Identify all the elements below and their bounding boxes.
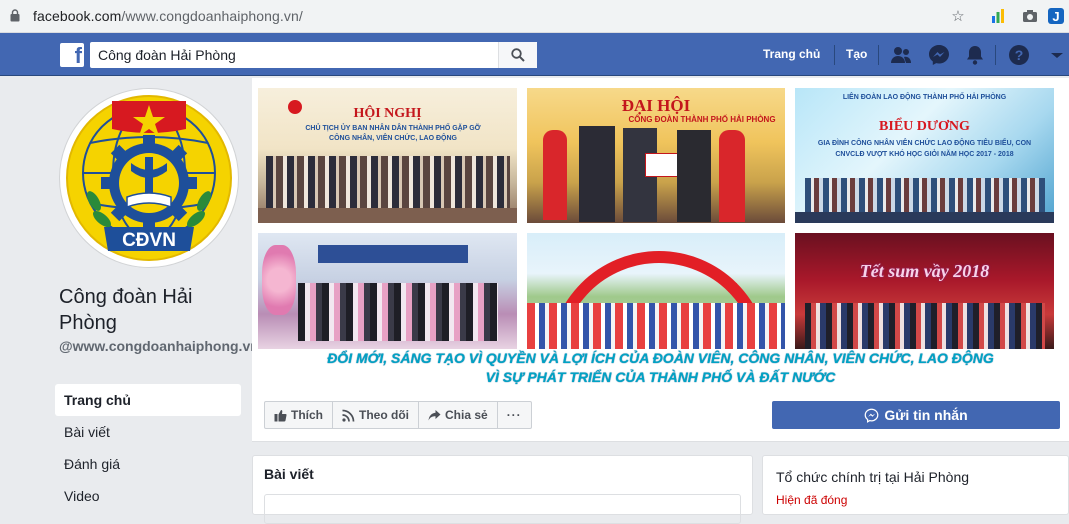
nav-home-link[interactable]: Trang chủ	[763, 47, 820, 61]
follow-button[interactable]: Theo dõi	[333, 402, 419, 428]
cover-photo-conference: HỘI NGHỊ CHỦ TỊCH ỦY BAN NHÂN DÂN THÀNH …	[258, 88, 517, 223]
share-arrow-icon	[428, 409, 441, 420]
like-button[interactable]: Thích	[265, 402, 333, 428]
search-input[interactable]: Công đoàn Hải Phòng	[90, 42, 537, 68]
more-options-button[interactable]: ···	[498, 402, 531, 428]
browser-address-bar: facebook.com/www.congdoanhaiphong.vn/ ☆ …	[0, 0, 1069, 33]
nav-divider	[995, 45, 996, 65]
star-icon[interactable]: ☆	[949, 7, 967, 25]
nav-divider	[834, 45, 835, 65]
help-icon[interactable]: ?	[1007, 43, 1031, 67]
leftnav-item-posts[interactable]: Bài viết	[55, 416, 241, 448]
thumbs-up-icon	[274, 409, 287, 421]
nav-divider	[878, 45, 879, 65]
search-button[interactable]	[498, 42, 537, 68]
post-composer[interactable]	[264, 494, 741, 524]
send-message-button[interactable]: Gửi tin nhắn	[772, 401, 1060, 429]
page-left-navigation: Trang chủ Bài viết Đánh giá Video	[55, 384, 241, 512]
account-menu-chevron-icon[interactable]	[1045, 43, 1069, 67]
photo-conference-title: HỘI NGHỊ	[353, 106, 422, 121]
facebook-top-bar: f Công đoàn Hải Phòng Trang chủ Tạo ?	[0, 33, 1069, 76]
page-username[interactable]: @www.congdoanhaiphong.vn	[59, 338, 259, 355]
photo-commendation-subtitle: GIA ĐÌNH CÔNG NHÂN VIÊN CHỨC LAO ĐỘNG TI…	[817, 140, 1032, 158]
share-label: Chia sẻ	[445, 408, 488, 422]
posts-section-title: Bài viết	[264, 466, 314, 482]
posts-section: Bài viết	[252, 455, 753, 524]
cover-photo-commendation: LIÊN ĐOÀN LAO ĐỘNG THÀNH PHỐ HẢI PHÒNG B…	[795, 88, 1054, 223]
search-icon	[511, 48, 525, 62]
address-url[interactable]: facebook.com/www.congdoanhaiphong.vn/	[33, 8, 303, 24]
page-actions-group: Thích Theo dõi Chia sẻ ···	[264, 401, 532, 429]
photo-commendation-header: LIÊN ĐOÀN LAO ĐỘNG THÀNH PHỐ HẢI PHÒNG	[842, 94, 1007, 101]
page-action-bar: Thích Theo dõi Chia sẻ ··· Gửi tin nhắn	[252, 388, 1069, 442]
cover-photo-festival	[527, 233, 785, 349]
cover-photo[interactable]: HỘI NGHỊ CHỦ TỊCH ỦY BAN NHÂN DÂN THÀNH …	[252, 78, 1069, 388]
leftnav-item-reviews[interactable]: Đánh giá	[55, 448, 241, 480]
leftnav-item-videos[interactable]: Video	[55, 480, 241, 512]
more-options-label: ···	[506, 408, 522, 422]
lock-icon	[10, 9, 20, 22]
cdvn-logo-icon: CĐVN	[66, 95, 232, 261]
camera-icon[interactable]	[1021, 7, 1039, 25]
svg-text:?: ?	[1015, 47, 1024, 63]
friends-icon[interactable]	[889, 43, 913, 67]
leftnav-item-home[interactable]: Trang chủ	[55, 384, 241, 416]
follow-label: Theo dõi	[359, 408, 409, 422]
cover-slogan-line-1: ĐỔI MỚI, SÁNG TẠO VÌ QUYỀN VÀ LỢI ÍCH CỦ…	[327, 350, 994, 366]
open-status: Hiện đã đóng	[776, 493, 848, 507]
photo-commendation-title: BIỂU DƯƠNG	[879, 119, 970, 134]
page-category[interactable]: Tổ chức chính trị tại Hải Phòng	[776, 469, 969, 485]
messenger-icon[interactable]	[927, 43, 951, 67]
messenger-icon	[864, 408, 879, 423]
rss-follow-icon	[342, 409, 355, 422]
extension-j-icon[interactable]: J	[1047, 7, 1065, 25]
cover-photo-tet: Tết sum vầy 2018	[795, 233, 1054, 349]
url-path: /www.congdoanhaiphong.vn/	[121, 8, 303, 24]
cover-slogan: ĐỔI MỚI, SÁNG TẠO VÌ QUYỀN VÀ LỢI ÍCH CỦ…	[252, 349, 1069, 387]
page-title: Công đoàn Hải Phòng	[59, 286, 193, 334]
cover-photo-congress: ĐẠI HỘI CÔNG ĐOÀN THÀNH PHỐ HẢI PHÒNG	[527, 88, 785, 223]
cover-slogan-line-2: VÌ SỰ PHÁT TRIỂN CỦA THÀNH PHỐ VÀ ĐẤT NƯ…	[485, 369, 836, 385]
url-host: facebook.com	[33, 8, 122, 24]
photo-conference-subtitle: CHỦ TỊCH ỦY BAN NHÂN DÂN THÀNH PHỐ GẶP G…	[305, 125, 481, 142]
like-label: Thích	[291, 408, 323, 422]
facebook-logo-icon[interactable]: f	[60, 43, 84, 68]
photo-congress-title: ĐẠI HỘI	[621, 96, 691, 115]
cover-photo-wedding	[258, 233, 517, 349]
photo-tet-title: Tết sum vầy 2018	[859, 261, 990, 281]
nav-create-link[interactable]: Tạo	[846, 47, 867, 61]
page-info-section: Tổ chức chính trị tại Hải Phòng Hiện đã …	[762, 455, 1069, 515]
extension-chart-icon[interactable]	[989, 7, 1007, 25]
photo-congress-subtitle: CÔNG ĐOÀN THÀNH PHỐ HẢI PHÒNG	[628, 115, 776, 124]
share-button[interactable]: Chia sẻ	[419, 402, 498, 428]
avatar-logo-text: CĐVN	[122, 230, 176, 251]
send-message-label: Gửi tin nhắn	[884, 407, 968, 423]
notifications-bell-icon[interactable]	[963, 43, 987, 67]
svg-text:J: J	[1052, 9, 1059, 24]
page-profile-picture[interactable]: CĐVN	[60, 89, 238, 267]
